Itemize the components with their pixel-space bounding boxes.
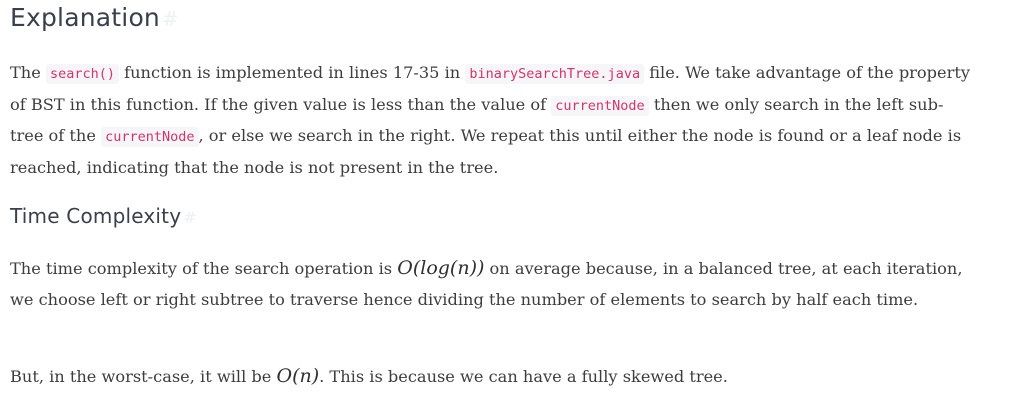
text-span: But, in the worst-case, it will be: [10, 367, 277, 386]
paragraph-average-complexity: The time complexity of the search operat…: [10, 253, 970, 315]
heading-anchor-link[interactable]: #: [162, 7, 179, 31]
math-expression: O(n): [276, 365, 320, 387]
heading-time-complexity: Time Complexity #: [10, 201, 197, 233]
article-content: Explanation # The search() function is im…: [0, 0, 1009, 414]
math-expression: O(log(n)): [397, 257, 485, 279]
code-search-function: search(): [45, 64, 119, 84]
code-current-node: currentNode: [551, 95, 649, 116]
code-current-node: currentNode: [101, 127, 199, 148]
heading-time-complexity-text: Time Complexity: [10, 204, 182, 228]
code-filename: binarySearchTree.java: [465, 64, 645, 84]
paragraph-worst-case: But, in the worst-case, it will be O(n).…: [10, 361, 970, 393]
text-span: function is implemented in lines 17-35 i…: [118, 63, 466, 82]
text-span: The: [10, 63, 46, 82]
heading-explanation-text: Explanation: [10, 3, 160, 32]
paragraph-explanation: The search() function is implemented in …: [10, 58, 970, 183]
heading-explanation: Explanation #: [10, 0, 179, 37]
heading-anchor-link[interactable]: #: [183, 208, 197, 227]
text-span: . This is because we can have a fully sk…: [319, 367, 728, 386]
text-span: The time complexity of the search operat…: [10, 259, 398, 278]
